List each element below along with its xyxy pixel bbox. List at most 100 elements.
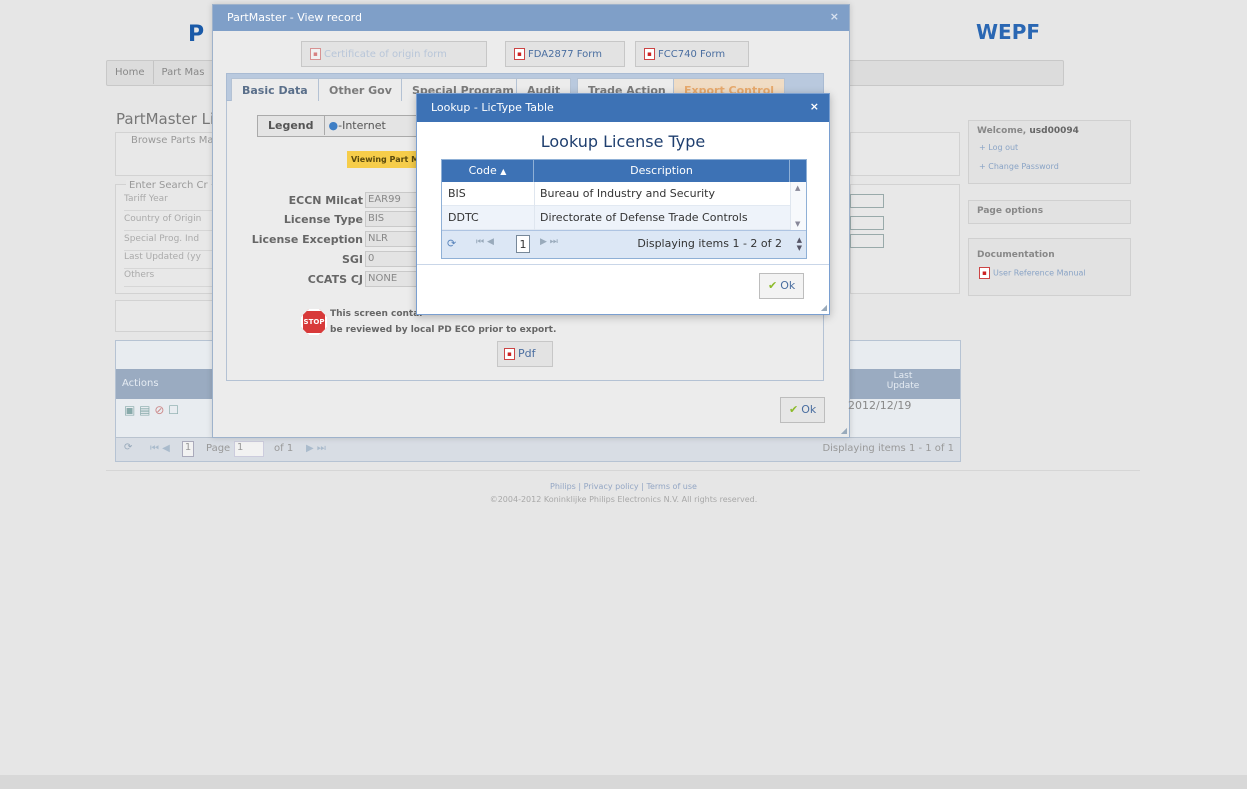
field-label: License Exception [251,233,363,246]
grid-nav-first-icon[interactable]: ⏮ ◀ [150,443,170,454]
certificate-origin-label: Certificate of origin form [324,49,447,60]
lookup-title: Lookup - LicType Table [431,101,554,114]
pdf-button-label: Pdf [518,347,536,360]
first-prev-icon[interactable]: ⏮ ◀ [476,237,494,247]
col-code-label: Code [468,164,497,177]
close-icon[interactable]: × [830,10,839,23]
close-icon[interactable]: × [810,100,819,113]
lookup-ok-button[interactable]: ✔ Ok [759,273,805,299]
search-field-updated: Last Updated (yy [124,252,214,269]
grid-refresh-icon[interactable]: ⟳ [124,442,132,453]
search-legend: Enter Search Cr [126,180,211,191]
globe-icon: ● [328,119,339,132]
browse-box-right [850,132,960,176]
documentation-heading: Documentation [977,250,1055,260]
grid-col-actions: Actions [122,378,159,389]
view-icon[interactable]: ▣ [124,403,135,417]
manual-link-text[interactable]: User Reference Manual [993,269,1086,278]
change-password-link[interactable]: + Change Password [969,160,1130,173]
footer-copyright: ©2004-2012 Koninklijke Philips Electroni… [489,495,758,504]
lookup-scrollbar[interactable]: ▲ ▼ [790,182,806,230]
grid-page-box[interactable]: 1 [182,441,194,457]
lookup-ok-label: Ok [780,279,796,292]
scroll-down-icon[interactable]: ▼ [795,220,800,228]
lookup-titlebar[interactable]: Lookup - LicType Table × [417,94,829,122]
manual-link[interactable]: ▪ User Reference Manual [969,265,1130,281]
next-last-icon[interactable]: ▶ ⏭ [540,237,558,247]
search-field-tariff: Tariff Year [124,194,214,211]
grid-nav-next-icon[interactable]: ▶ ⏭ [306,443,326,454]
row-action-icons[interactable]: ▣ ▤ ⊘ ☐ [124,403,179,417]
table-row[interactable]: DDTC Directorate of Defense Trade Contro… [442,206,806,230]
field-label: License Type [283,213,363,226]
resize-handle-icon[interactable]: ◢ [841,426,847,435]
lookup-divider [417,264,829,265]
field-sgi: SGI 0 [227,251,427,269]
page-size-spinner-icon[interactable]: ▲ ▼ [797,236,802,252]
pdf-icon: ▪ [514,48,525,60]
grid-page-input[interactable]: 1 [234,441,264,457]
nav-partmaster[interactable]: Part Mas [154,61,214,84]
scroll-up-icon[interactable]: ▲ [795,184,800,192]
grid-page-of: of 1 [274,443,294,454]
search-field-origin: Country of Origin [124,214,214,231]
bottom-bar [0,775,1247,789]
lookup-pager: ⟳ ⏮ ◀ 1 ▶ ⏭ Displaying items 1 - 2 of 2 … [442,230,806,258]
welcome-card: Welcome, usd00094 + Log out + Change Pas… [968,120,1131,184]
brand-logo: P [188,22,205,47]
field-ccats-cj: CCATS CJ NONE [227,271,427,289]
col-code[interactable]: Code ▲ [442,160,534,182]
lookup-page-input[interactable]: 1 [516,235,530,253]
field-label: SGI [341,253,363,266]
refresh-icon[interactable]: ⟳ [447,237,456,250]
legend-box: Legend ●-Internet [257,115,425,137]
resize-handle-icon[interactable]: ◢ [821,303,827,312]
search-field-others: Others [124,270,214,287]
search-actions-box [115,300,219,332]
search-input-b[interactable] [850,216,884,230]
viewing-part-banner: Viewing Part M [347,151,424,168]
fcc740-form-label: FCC740 Form [658,49,726,60]
footer-links[interactable]: Philips | Privacy policy | Terms of use [0,482,1247,491]
search-input-a[interactable] [850,194,884,208]
row-description: Directorate of Defense Trade Controls [540,211,748,224]
logout-link[interactable]: + Log out [969,141,1130,154]
grid-display-count: Displaying items 1 - 1 of 1 [822,443,954,454]
fda2877-form-label: FDA2877 Form [528,49,602,60]
grid-col-last-update: Last Update [886,371,920,391]
pdf-icon: ▪ [979,267,990,279]
welcome-prefix: Welcome, [977,126,1030,136]
tab-basic-data[interactable]: Basic Data [231,78,319,102]
row-divider [534,206,535,230]
col-description[interactable]: Description [534,160,790,182]
lookup-grid-header: Code ▲ Description [442,160,806,182]
search-input-c[interactable] [850,234,884,248]
nav-home[interactable]: Home [107,61,154,84]
lookup-heading: Lookup License Type [540,132,706,151]
checkmark-icon: ✔ [789,403,799,416]
view-record-titlebar[interactable]: PartMaster - View record × [213,5,849,31]
select-checkbox-icon[interactable]: ☐ [168,403,179,417]
pdf-icon: ▪ [644,48,655,60]
delete-icon[interactable]: ⊘ [154,403,164,417]
row-description: Bureau of Industry and Security [540,187,715,200]
footer-divider [106,470,1140,471]
tab-other-gov[interactable]: Other Gov [318,78,403,102]
page-title: PartMaster Li [116,110,215,128]
pdf-button[interactable]: ▪ Pdf [497,341,553,367]
fda2877-form-button[interactable]: ▪ FDA2877 Form [505,41,625,67]
edit-icon[interactable]: ▤ [139,403,150,417]
page-options-heading: Page options [977,206,1044,216]
row-code: BIS [448,187,466,200]
legend-item-text: -Internet [338,119,386,132]
row-divider [534,182,535,206]
fcc740-form-button[interactable]: ▪ FCC740 Form [635,41,749,67]
field-license-exception: License Exception NLR [227,231,427,249]
certificate-origin-button[interactable]: ▪ Certificate of origin form [301,41,487,67]
lookup-lictype-dialog: Lookup - LicType Table × Lookup License … [416,93,830,315]
field-eccn-milcat: ECCN Milcat EAR99 [227,192,427,210]
sort-asc-icon: ▲ [500,167,507,176]
pdf-icon: ▪ [310,48,321,60]
view-ok-button[interactable]: ✔ Ok [780,397,826,423]
table-row[interactable]: BIS Bureau of Industry and Security [442,182,806,206]
